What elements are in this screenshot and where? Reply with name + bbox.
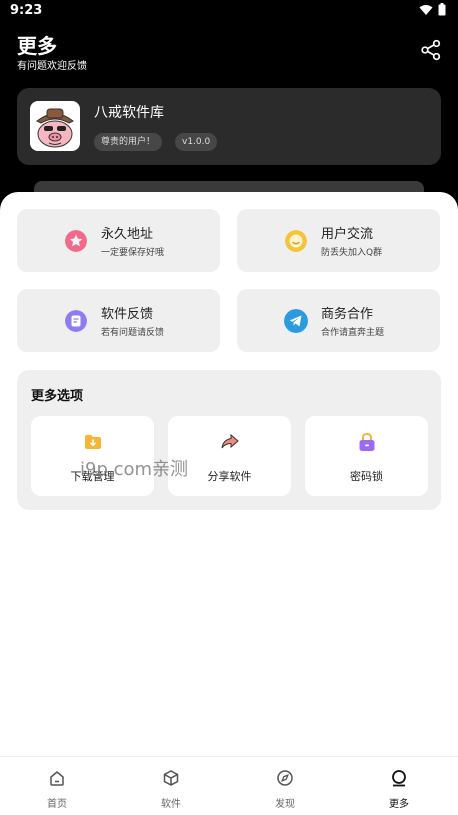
nav-label: 发现 [275,799,295,810]
nav-item-more[interactable]: 更多 [342,757,456,815]
share-button[interactable] [420,39,442,61]
wifi-icon [419,4,433,15]
version-badge: v1.0.0 [175,133,218,151]
star-icon [65,230,87,252]
page-title: 更多 [17,34,57,58]
nav-item-discover[interactable]: 发现 [228,757,342,815]
nav-label: 更多 [389,799,409,810]
section-title: 更多选项 [31,389,84,404]
smile-icon [285,230,307,252]
nav-label: 软件 [161,799,181,810]
feature-title: 商务合作 [321,307,374,322]
compass-icon [277,770,293,786]
pig-cowboy-avatar-icon [36,108,74,148]
password-lock-button[interactable]: 密码锁 [305,416,428,496]
share-icon [421,39,441,61]
download-folder-icon [84,435,101,449]
profile-card[interactable]: 八戒软件库 尊贵的用户！ v1.0.0 [17,88,441,165]
profile-name: 八戒软件库 [94,105,164,121]
page-subtitle: 有问题欢迎反馈 [17,61,87,72]
more-options-section: 更多选项 下载管理 分享软件 密码锁 [17,370,441,510]
nav-item-home[interactable]: 首页 [0,757,114,815]
feature-title: 用户交流 [321,227,374,242]
feature-subtitle: 合作请直奔主题 [321,328,385,338]
bottom-nav: 首页 软件 发现 更多 [0,756,458,815]
feedback-icon [65,310,87,332]
option-label: 密码锁 [350,470,383,483]
more-icon [392,770,406,787]
nav-item-software[interactable]: 软件 [114,757,228,815]
status-icons [419,3,446,16]
feature-subtitle: 若有问题请反馈 [101,328,165,338]
user-badge: 尊贵的用户！ [94,133,163,151]
telegram-icon [284,309,308,333]
lock-icon [359,432,374,451]
watermark: i9p.com亲测 [80,459,189,480]
avatar [30,101,80,151]
feature-subtitle: 防丢失加入Q群 [321,248,383,258]
feature-card-feedback[interactable]: 软件反馈 若有问题请反馈 [17,289,220,352]
nav-label: 首页 [47,799,67,810]
feature-title: 软件反馈 [101,307,154,322]
feature-subtitle: 一定要保存好哦 [101,248,165,258]
feature-title: 永久地址 [101,227,154,242]
feature-card-user-chat[interactable]: 用户交流 防丢失加入Q群 [237,209,440,272]
feature-card-business[interactable]: 商务合作 合作请直奔主题 [237,289,440,352]
feature-card-permanent-address[interactable]: 永久地址 一定要保存好哦 [17,209,220,272]
home-icon [50,771,64,786]
share-arrow-icon [221,433,239,449]
status-bar: 9:23 [0,0,458,22]
battery-icon [438,3,446,16]
cube-icon [163,770,179,786]
status-time: 9:23 [10,3,43,18]
